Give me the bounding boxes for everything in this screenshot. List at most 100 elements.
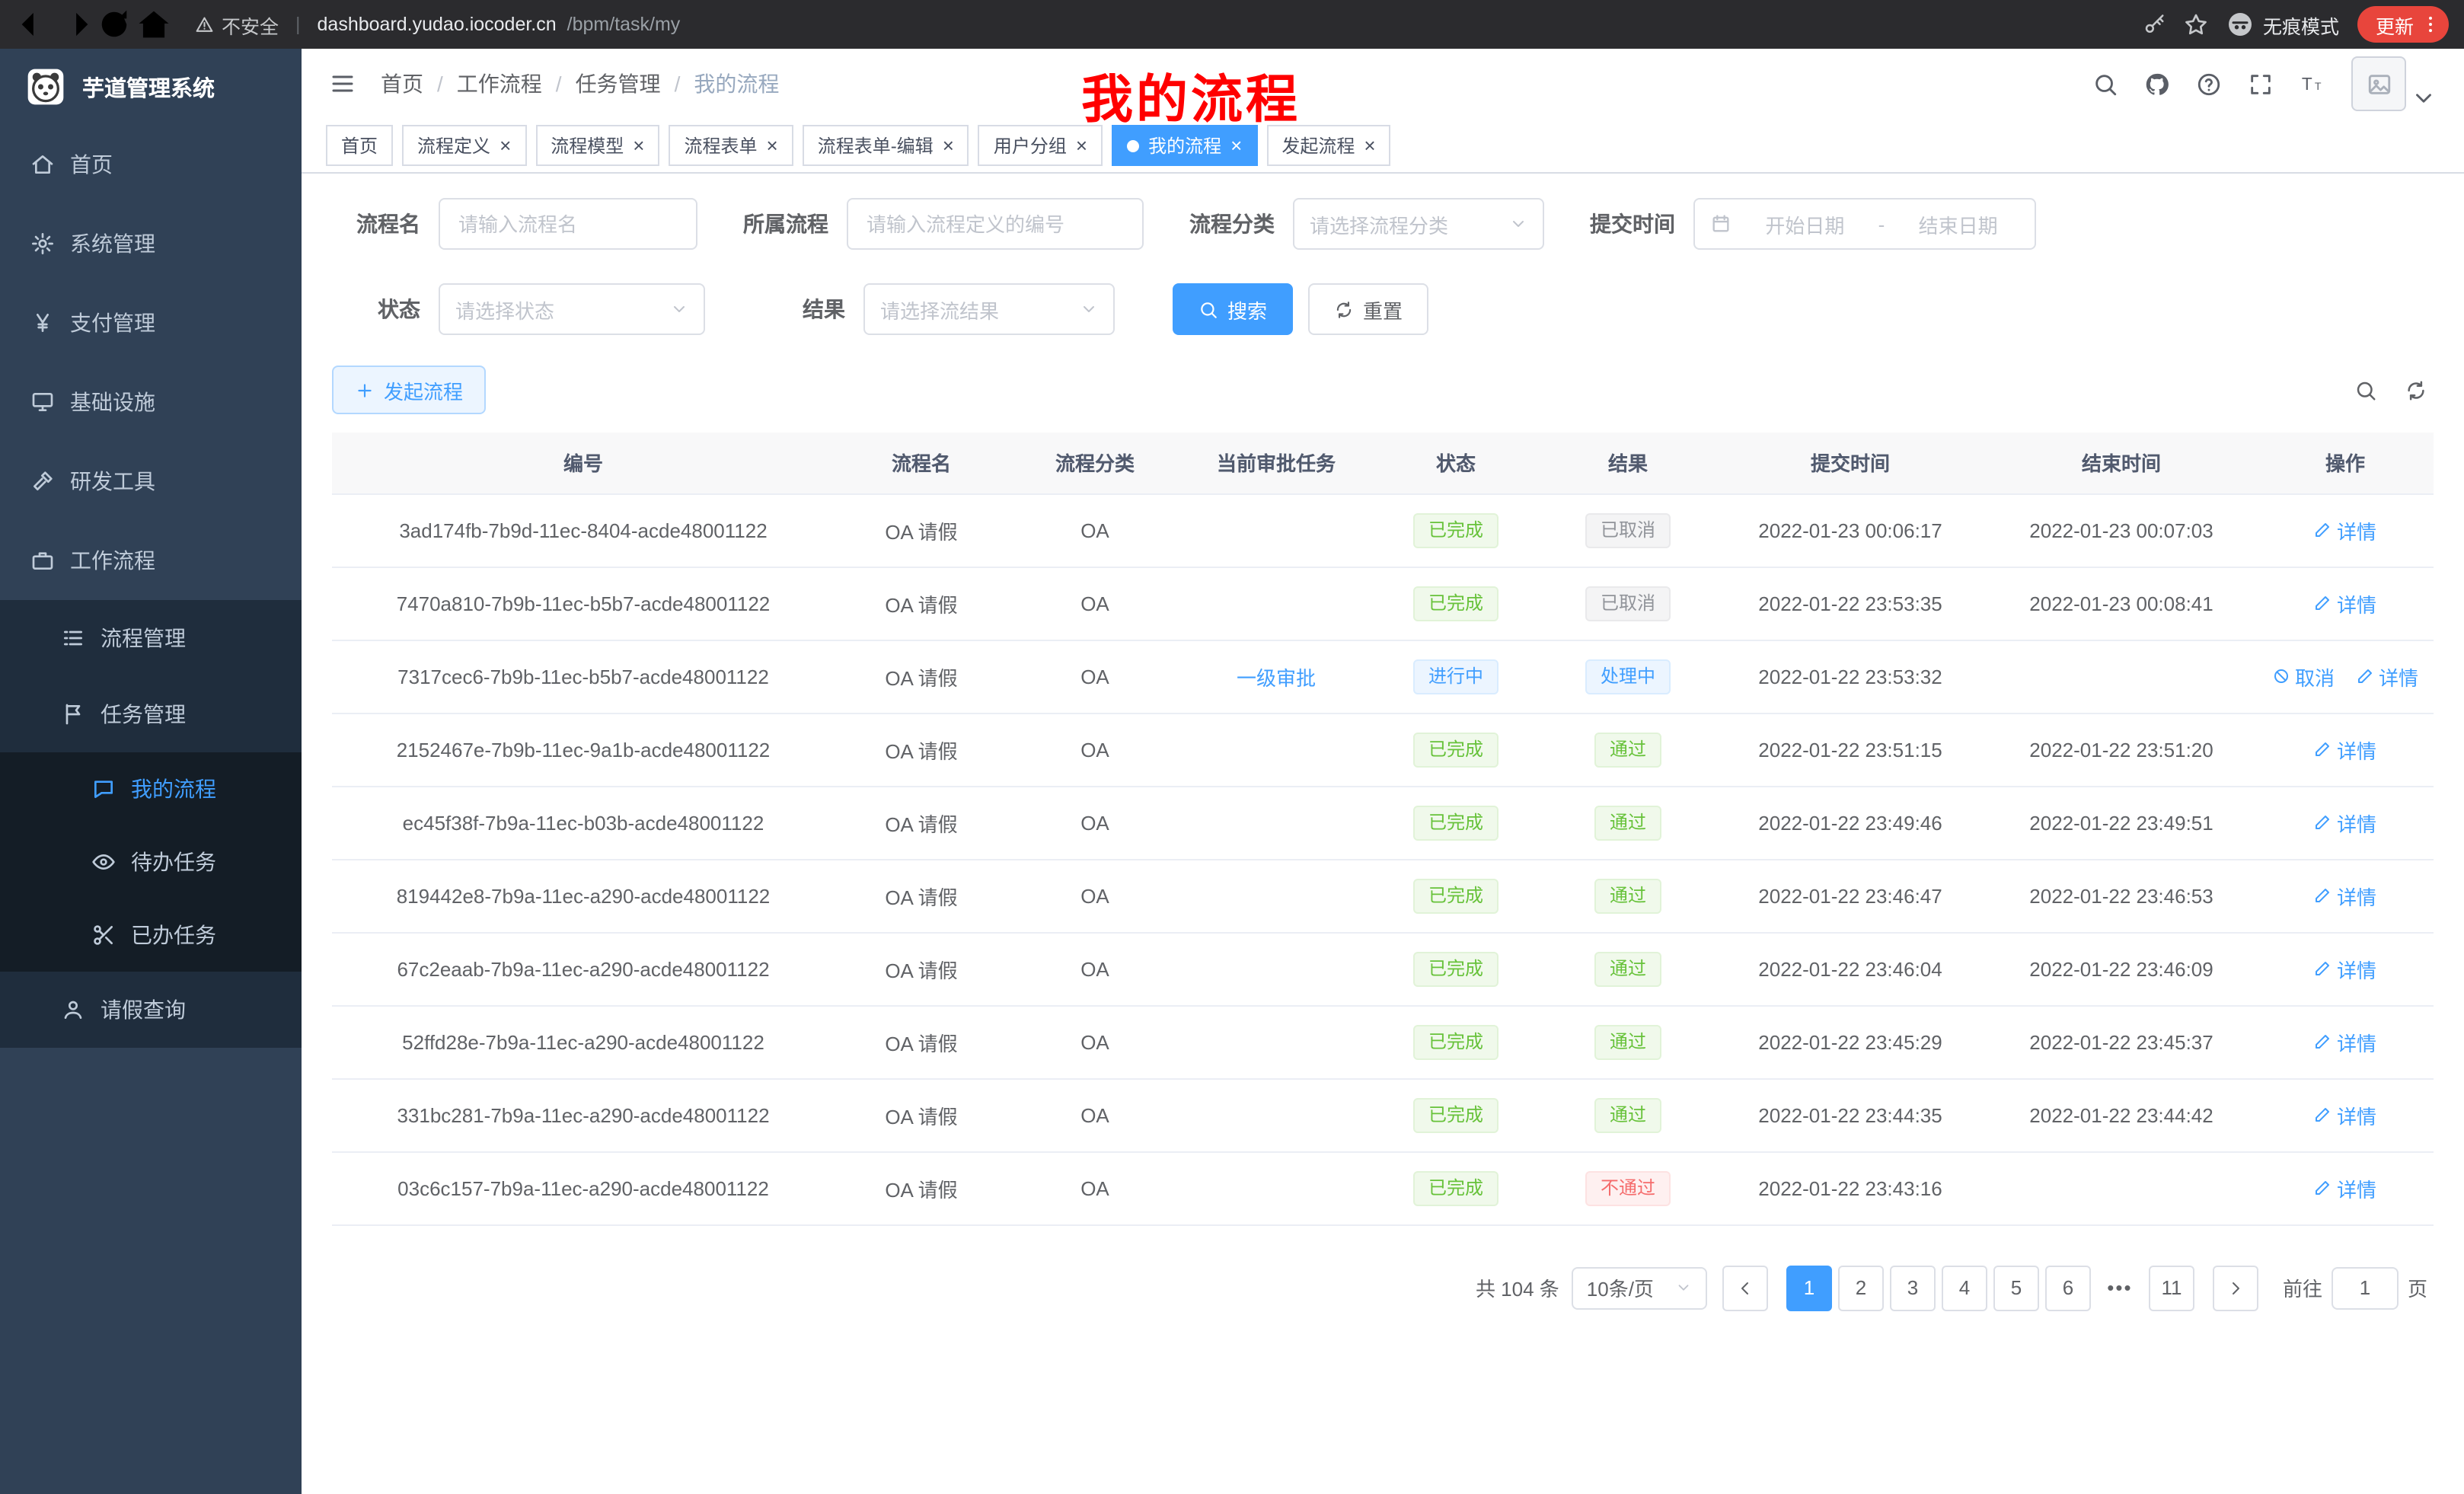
refresh-table-icon[interactable] [2405, 378, 2427, 401]
detail-action[interactable]: 详情 [2314, 1173, 2376, 1202]
result-select[interactable]: 请选择流结果 [863, 283, 1115, 335]
sidebar-item-5[interactable]: 工作流程 [0, 521, 302, 600]
sidebar-item-9[interactable]: 待办任务 [0, 825, 302, 899]
tab-0[interactable]: 首页 [326, 125, 393, 166]
sidebar-item-11[interactable]: 请假查询 [0, 972, 302, 1048]
cell-end-time: 2022-01-22 23:49:51 [1986, 786, 2257, 859]
submit-time-range-picker[interactable]: 开始日期 - 结束日期 [1693, 198, 2036, 250]
page-button-5[interactable]: 5 [1993, 1265, 2039, 1310]
tab-label: 我的流程 [1148, 132, 1221, 158]
status-select[interactable]: 请选择状态 [439, 283, 705, 335]
close-icon[interactable]: × [500, 136, 511, 155]
page-button-4[interactable]: 4 [1942, 1265, 1987, 1310]
sidebar-item-4[interactable]: 研发工具 [0, 442, 302, 521]
cell-status: 已完成 [1371, 1078, 1541, 1151]
cell-task [1182, 1078, 1371, 1151]
goto-page-input[interactable] [2332, 1266, 2399, 1309]
parent-process-input[interactable] [847, 198, 1144, 250]
prev-page-button[interactable] [1722, 1265, 1768, 1310]
kebab-menu-icon[interactable] [2420, 14, 2441, 35]
font-size-icon[interactable]: TT [2300, 71, 2325, 97]
address-bar[interactable]: 不安全 | dashboard.yudao.iocoder.cn/bpm/tas… [195, 10, 2143, 39]
key-icon[interactable] [2143, 13, 2166, 36]
github-icon[interactable] [2144, 71, 2170, 97]
cell-actions: 详情 [2257, 1005, 2434, 1078]
page-button-6[interactable]: 6 [2045, 1265, 2091, 1310]
sidebar-item-0[interactable]: 首页 [0, 125, 302, 204]
tab-2[interactable]: 流程模型× [535, 125, 659, 166]
close-icon[interactable]: × [633, 136, 644, 155]
breadcrumb-item-2[interactable]: 任务管理 [576, 69, 661, 99]
detail-action[interactable]: 详情 [2314, 516, 2376, 544]
tab-4[interactable]: 流程表单-编辑× [803, 125, 969, 166]
edit-icon [2356, 667, 2374, 685]
show-search-icon[interactable] [2354, 378, 2377, 401]
more-pages-button[interactable]: ••• [2097, 1265, 2143, 1310]
sidebar-item-7[interactable]: 任务管理 [0, 676, 302, 752]
detail-action[interactable]: 详情 [2314, 589, 2376, 618]
breadcrumb-item-0[interactable]: 首页 [381, 69, 423, 99]
close-icon[interactable]: × [1076, 136, 1087, 155]
page-button-11[interactable]: 11 [2149, 1265, 2194, 1310]
detail-action[interactable]: 详情 [2314, 881, 2376, 910]
security-warning[interactable]: 不安全 [195, 10, 279, 39]
cell-category: OA [1008, 1005, 1182, 1078]
sidebar-item-3[interactable]: 基础设施 [0, 362, 302, 442]
sidebar-item-6[interactable]: 流程管理 [0, 600, 302, 676]
sidebar-item-1[interactable]: 系统管理 [0, 204, 302, 283]
task-link[interactable]: 一级审批 [1237, 666, 1316, 689]
close-icon[interactable]: × [767, 136, 778, 155]
sidebar-item-label: 任务管理 [101, 699, 186, 729]
process-name-input[interactable] [439, 198, 697, 250]
page-button-3[interactable]: 3 [1890, 1265, 1936, 1310]
detail-action[interactable]: 详情 [2314, 808, 2376, 837]
fullscreen-icon[interactable] [2248, 71, 2274, 97]
close-icon[interactable]: × [1364, 136, 1375, 155]
breadcrumb-item-1[interactable]: 工作流程 [457, 69, 542, 99]
cell-category: OA [1008, 713, 1182, 786]
avatar[interactable] [2351, 56, 2406, 111]
detail-action[interactable]: 详情 [2356, 662, 2418, 691]
bookmark-star-icon[interactable] [2184, 12, 2208, 37]
browser-reload-icon[interactable] [94, 5, 134, 44]
browser-back-icon[interactable] [15, 5, 55, 44]
page-size-select[interactable]: 10条/页 [1572, 1266, 1707, 1309]
category-label: 流程分类 [1189, 209, 1275, 239]
cancel-action[interactable]: 取消 [2272, 662, 2335, 691]
reset-button[interactable]: 重置 [1308, 283, 1428, 335]
sidebar-item-8[interactable]: 我的流程 [0, 752, 302, 825]
cancel-icon [2272, 667, 2290, 685]
page-button-1[interactable]: 1 [1786, 1265, 1832, 1310]
tab-1[interactable]: 流程定义× [402, 125, 526, 166]
search-icon[interactable] [2092, 71, 2118, 97]
next-page-button[interactable] [2213, 1265, 2258, 1310]
cell-actions: 详情 [2257, 786, 2434, 859]
tab-3[interactable]: 流程表单× [669, 125, 793, 166]
pagination: 共 104 条 10条/页 123456•••11 前往 [332, 1265, 2427, 1310]
edit-icon [2314, 1179, 2332, 1197]
reset-button-label: 重置 [1363, 295, 1403, 324]
hamburger-icon[interactable] [329, 70, 356, 97]
search-button[interactable]: 搜索 [1173, 283, 1293, 335]
user-menu[interactable] [2351, 56, 2437, 111]
detail-action[interactable]: 详情 [2314, 1027, 2376, 1056]
browser-update-button[interactable]: 更新 [2357, 6, 2449, 43]
detail-action[interactable]: 详情 [2314, 954, 2376, 983]
category-select[interactable]: 请选择流程分类 [1293, 198, 1544, 250]
status-badge: 已完成 [1413, 586, 1499, 621]
browser-home-icon[interactable] [134, 5, 174, 44]
detail-action[interactable]: 详情 [2314, 1100, 2376, 1129]
help-icon[interactable] [2196, 71, 2222, 97]
close-icon[interactable]: × [943, 136, 954, 155]
create-process-button[interactable]: 发起流程 [332, 366, 486, 414]
table-row: 67c2eaab-7b9a-11ec-a290-acde48001122OA 请… [332, 932, 2434, 1005]
detail-action[interactable]: 详情 [2314, 735, 2376, 764]
page-button-2[interactable]: 2 [1838, 1265, 1884, 1310]
close-icon[interactable]: × [1230, 136, 1242, 155]
sidebar-item-10[interactable]: 已办任务 [0, 899, 302, 972]
result-badge: 不通过 [1585, 1170, 1671, 1205]
cell-id: 819442e8-7b9a-11ec-a290-acde48001122 [332, 859, 835, 932]
browser-forward-icon[interactable] [55, 5, 94, 44]
tab-label: 发起流程 [1281, 132, 1355, 158]
sidebar-item-2[interactable]: 支付管理 [0, 283, 302, 362]
